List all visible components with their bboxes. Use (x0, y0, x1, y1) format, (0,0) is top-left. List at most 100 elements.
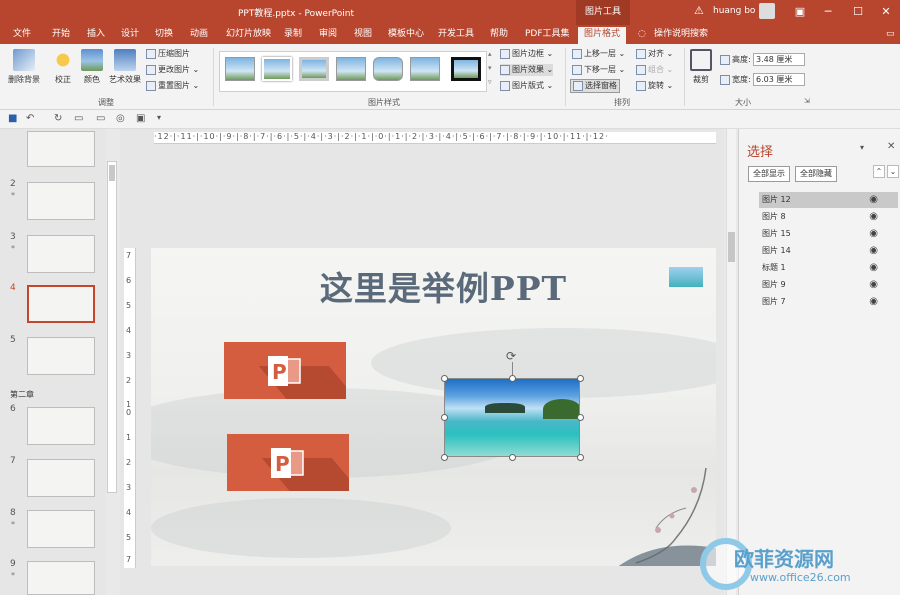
pane-close-icon[interactable]: ✕ (887, 141, 895, 152)
picture-style-6[interactable] (410, 57, 440, 81)
tab-home[interactable]: 开始 (50, 27, 72, 41)
picture-effects-button[interactable]: 图片效果 ⌄ (500, 64, 554, 76)
visibility-eye-icon[interactable]: ◉ (869, 294, 878, 310)
bring-forward-button[interactable]: 上移一层 ⌄ (572, 48, 625, 60)
artistic-effects-button[interactable]: 艺术效果 (108, 49, 142, 85)
color-button[interactable]: 颜色 (81, 49, 103, 85)
crop-button[interactable]: 裁剪 (690, 49, 712, 85)
customize-qat-icon[interactable]: ▾ (157, 113, 161, 122)
gallery-up-icon[interactable]: ▴ (488, 48, 492, 60)
picture-layout-button[interactable]: 图片版式 ⌄ (500, 80, 553, 92)
pane-item[interactable]: 标题 1 ◉ (759, 260, 898, 276)
slideshow-icon[interactable]: ▭ (74, 113, 83, 124)
gallery-down-icon[interactable]: ▾ (488, 62, 492, 74)
picture-style-7[interactable] (451, 57, 481, 81)
visibility-eye-icon[interactable]: ◉ (869, 260, 878, 276)
show-all-button[interactable]: 全部显示 (748, 166, 790, 182)
tab-picture-format[interactable]: 图片格式 (578, 27, 627, 44)
slide-thumbnail-8[interactable] (27, 510, 95, 548)
pane-item[interactable]: 图片 14 ◉ (759, 243, 898, 259)
slide-thumbnail-7[interactable] (27, 459, 95, 497)
tab-help[interactable]: 帮助 (488, 27, 510, 41)
vertical-ruler[interactable]: 76543210123457 (124, 248, 136, 568)
picture-style-1[interactable] (225, 57, 255, 81)
tab-review[interactable]: 审阅 (317, 27, 339, 41)
ppt-logo-card-1[interactable]: P (224, 342, 346, 399)
slide-scrollbar[interactable] (726, 129, 736, 595)
maximize-icon[interactable]: ☐ (848, 3, 868, 21)
undo-icon[interactable]: ↶ (26, 113, 34, 124)
close-icon[interactable]: ✕ (876, 3, 896, 21)
tab-templates[interactable]: 模板中心 (386, 27, 426, 41)
slide-thumbnail-2[interactable] (27, 182, 95, 220)
comments-icon[interactable]: ▭ (884, 27, 897, 41)
ribbon-display-icon[interactable]: ▣ (790, 3, 810, 21)
picture-styles-gallery[interactable] (219, 51, 487, 92)
pane-item[interactable]: 图片 7 ◉ (759, 294, 898, 310)
pane-item[interactable]: 图片 8 ◉ (759, 209, 898, 225)
picture-style-5[interactable] (373, 57, 403, 81)
align-button[interactable]: 对齐 ⌄ (636, 48, 673, 60)
correct-button[interactable]: 校正 (52, 49, 74, 85)
save-icon[interactable]: ■ (8, 113, 17, 124)
visibility-eye-icon[interactable]: ◉ (869, 277, 878, 293)
resize-handle-nw[interactable] (441, 375, 448, 382)
resize-handle-se[interactable] (577, 454, 584, 461)
minimize-icon[interactable]: ─ (818, 3, 838, 21)
slide-thumbnail-5[interactable] (27, 337, 95, 375)
pane-item[interactable]: 图片 15 ◉ (759, 226, 898, 242)
selection-pane-button[interactable]: 选择窗格 (570, 79, 620, 93)
slide-title[interactable]: 这里是举例PPT (151, 262, 716, 310)
tab-pdf-tools[interactable]: PDF工具集 (523, 27, 572, 41)
reset-picture-button[interactable]: 重置图片 ⌄ (146, 80, 199, 92)
send-backward-button[interactable]: 下移一层 ⌄ (572, 64, 625, 76)
compress-pictures-button[interactable]: 压缩图片 (146, 48, 190, 60)
visibility-eye-icon[interactable]: ◉ (869, 209, 878, 225)
screenshot-icon[interactable]: ◎ (116, 113, 125, 124)
corner-picture[interactable] (669, 267, 703, 287)
width-input[interactable]: 6.03 厘米 (753, 73, 805, 86)
resize-handle-w[interactable] (441, 414, 448, 421)
tab-developer[interactable]: 开发工具 (436, 27, 476, 41)
pane-item[interactable]: 图片 9 ◉ (759, 277, 898, 293)
picture-style-2[interactable] (262, 57, 292, 81)
section-header[interactable]: 第二章 (10, 389, 34, 400)
visibility-eye-icon[interactable]: ◉ (869, 243, 878, 259)
picture-icon[interactable]: ▣ (136, 113, 145, 124)
tab-transitions[interactable]: 切换 (153, 27, 175, 41)
tab-record[interactable]: 录制 (282, 27, 304, 41)
visibility-eye-icon[interactable]: ◉ (869, 192, 878, 208)
resize-handle-n[interactable] (509, 375, 516, 382)
resize-handle-sw[interactable] (441, 454, 448, 461)
hide-all-button[interactable]: 全部隐藏 (795, 166, 837, 182)
selected-picture[interactable] (444, 378, 580, 457)
size-dialog-launcher-icon[interactable]: ⇲ (804, 97, 810, 105)
pane-options-icon[interactable]: ▾ (860, 143, 864, 152)
new-slide-icon[interactable]: ▭ (96, 113, 105, 124)
current-slide[interactable]: 这里是举例PPT P P (151, 248, 716, 566)
rotate-button[interactable]: 旋转 ⌄ (636, 80, 673, 92)
warning-icon[interactable]: ⚠ (694, 4, 704, 17)
slide-thumbnail-9[interactable] (27, 561, 95, 595)
tab-insert[interactable]: 插入 (85, 27, 107, 41)
slide-thumbnail-1[interactable] (27, 131, 95, 167)
tab-file[interactable]: 文件 (11, 27, 33, 41)
picture-style-3[interactable] (299, 57, 329, 81)
scrollbar-thumb[interactable] (728, 232, 735, 262)
tab-design[interactable]: 设计 (119, 27, 141, 41)
tab-view[interactable]: 视图 (352, 27, 374, 41)
thumbnail-scrollbar[interactable] (107, 161, 117, 493)
ppt-logo-card-2[interactable]: P (227, 434, 349, 491)
move-up-icon[interactable]: ⌃ (873, 165, 885, 178)
change-picture-button[interactable]: 更改图片 ⌄ (146, 64, 199, 76)
pane-item[interactable]: 图片 12 ◉ (759, 192, 898, 208)
resize-handle-e[interactable] (577, 414, 584, 421)
tab-animations[interactable]: 动画 (188, 27, 210, 41)
height-input[interactable]: 3.48 厘米 (753, 53, 805, 66)
tab-slideshow[interactable]: 幻灯片放映 (224, 27, 273, 41)
group-button[interactable]: 组合 ⌄ (636, 64, 673, 76)
slide-thumbnail-6[interactable] (27, 407, 95, 445)
resize-handle-ne[interactable] (577, 375, 584, 382)
remove-background-button[interactable]: 删除背景 (6, 49, 42, 85)
visibility-eye-icon[interactable]: ◉ (869, 226, 878, 242)
